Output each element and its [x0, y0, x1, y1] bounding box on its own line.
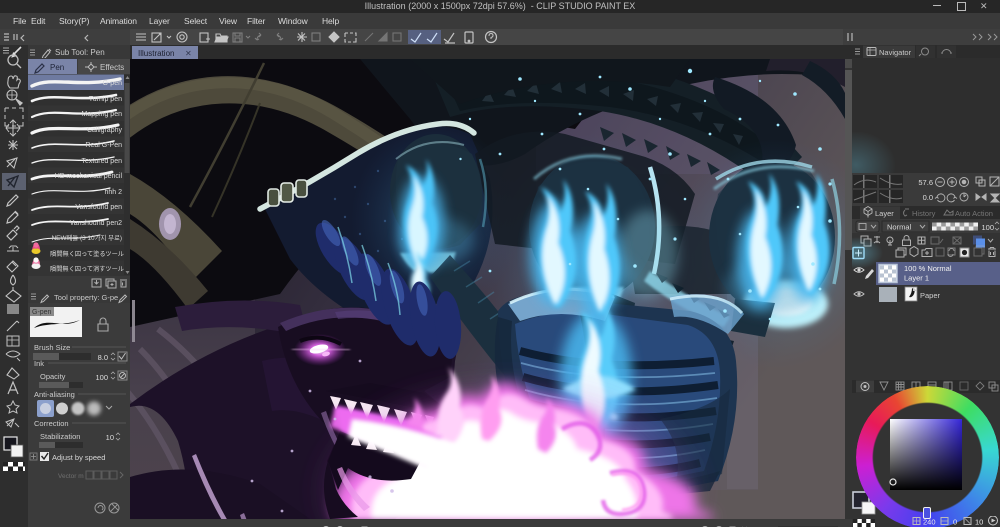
svg-text:Effects: Effects: [100, 63, 124, 72]
svg-text:Layer: Layer: [875, 209, 894, 218]
svg-text:G-pen: G-pen: [32, 309, 52, 316]
svg-text:NEW페들 (3 10가지 무료): NEW페들 (3 10가지 무료): [52, 233, 122, 242]
svg-text:G-pen: G-pen: [103, 80, 123, 87]
svg-text:0.0: 0.0: [923, 193, 933, 202]
svg-text:隕間無く囚って消すツール: 隕間無く囚って消すツール: [50, 265, 124, 273]
svg-text:Adjust by speed: Adjust by speed: [52, 453, 105, 462]
svg-text:Stabilization: Stabilization: [40, 432, 80, 441]
svg-text:Anti-aliasing: Anti-aliasing: [34, 390, 75, 399]
svg-text:0: 0: [953, 518, 957, 527]
svg-text:57.6: 57.6: [918, 178, 933, 187]
svg-text:Tool property: G-pe: Tool property: G-pe: [54, 293, 118, 302]
svg-text:Calligraphy: Calligraphy: [87, 127, 123, 134]
svg-text:Opacity: Opacity: [40, 372, 66, 381]
svg-text:Paper: Paper: [920, 291, 941, 300]
svg-text:Textured pen: Textured pen: [82, 158, 123, 165]
svg-text:100 % Normal: 100 % Normal: [904, 264, 952, 273]
svg-text:10: 10: [106, 433, 114, 442]
svg-text:240: 240: [923, 518, 936, 527]
svg-text:HB mechanical pencil: HB mechanical pencil: [55, 173, 123, 180]
svg-text:Vansfound pen: Vansfound pen: [75, 204, 122, 211]
svg-text:100: 100: [95, 373, 108, 382]
svg-text:Mapping pen: Mapping pen: [82, 111, 123, 118]
svg-text:Turnip pen: Turnip pen: [89, 96, 122, 103]
svg-text:Layer 1: Layer 1: [904, 274, 929, 283]
svg-text:Normal: Normal: [887, 223, 912, 232]
svg-text:Ink: Ink: [34, 359, 44, 368]
svg-text:8.0: 8.0: [98, 353, 108, 362]
svg-text:Brush Size: Brush Size: [34, 343, 70, 352]
svg-text:History: History: [912, 209, 936, 218]
svg-text:100: 100: [981, 223, 994, 232]
svg-text:10: 10: [975, 518, 983, 527]
svg-text:Auto Action: Auto Action: [955, 209, 993, 218]
svg-text:Real G-Pen: Real G-Pen: [85, 142, 122, 149]
svg-text:隕間無く囚って塗るツール: 隕間無く囚って塗るツール: [50, 250, 124, 258]
svg-text:Vector m: Vector m: [58, 473, 84, 480]
svg-text:Pen: Pen: [50, 63, 64, 72]
svg-text:hhh 2: hhh 2: [104, 189, 122, 196]
svg-text:Correction: Correction: [34, 419, 69, 428]
svg-text:Vanshound pen2: Vanshound pen2: [70, 220, 123, 227]
svg-text:Navigator: Navigator: [879, 48, 912, 57]
